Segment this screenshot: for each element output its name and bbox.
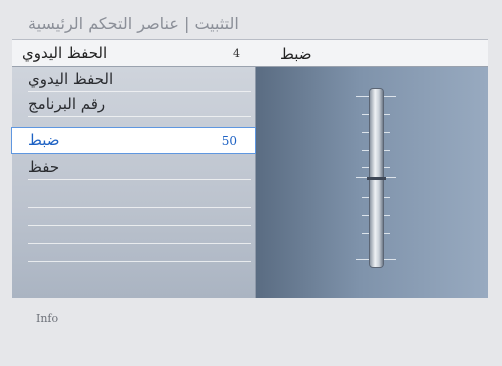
menu-item-manual-store[interactable]: الحفظ اليدوي [12, 67, 255, 92]
menu-item-label: الحفظ اليدوي [28, 70, 114, 88]
current-menu-label: الحفظ اليدوي [22, 44, 108, 62]
menu-divider [28, 243, 251, 244]
current-setting-row: الحفظ اليدوي 4 ضبط [12, 40, 488, 67]
menu-divider [28, 207, 251, 208]
menu-divider [28, 179, 251, 180]
menu-item-label: رقم البرنامج [28, 95, 106, 113]
submenu-heading: ضبط [280, 45, 312, 63]
menu-item-label: ضبط [28, 131, 60, 149]
screen: التثبيت | عناصر التحكم الرئيسية الحفظ ال… [0, 0, 502, 366]
settings-menu: الحفظ اليدوي رقم البرنامج ضبط 50 حفظ [11, 67, 256, 298]
menu-divider [28, 116, 251, 117]
menu-item-program-number[interactable]: رقم البرنامج [12, 92, 255, 117]
menu-item-value: 50 [221, 134, 237, 148]
menu-item-fine-tune[interactable]: ضبط 50 [11, 127, 256, 154]
menu-item-store[interactable]: حفظ [12, 155, 255, 180]
current-menu-value: 4 [233, 47, 240, 60]
fine-tune-slider[interactable] [256, 67, 488, 298]
page-title: التثبيت | عناصر التحكم الرئيسية [28, 14, 239, 33]
title-bar: التثبيت | عناصر التحكم الرئيسية [12, 0, 488, 40]
info-area: Info [12, 298, 488, 366]
info-text: Info [36, 312, 59, 325]
menu-item-label: حفظ [28, 158, 60, 176]
slider-thumb[interactable] [367, 177, 386, 180]
adjustment-panel [256, 67, 488, 298]
menu-divider [28, 261, 251, 262]
menu-divider [28, 225, 251, 226]
